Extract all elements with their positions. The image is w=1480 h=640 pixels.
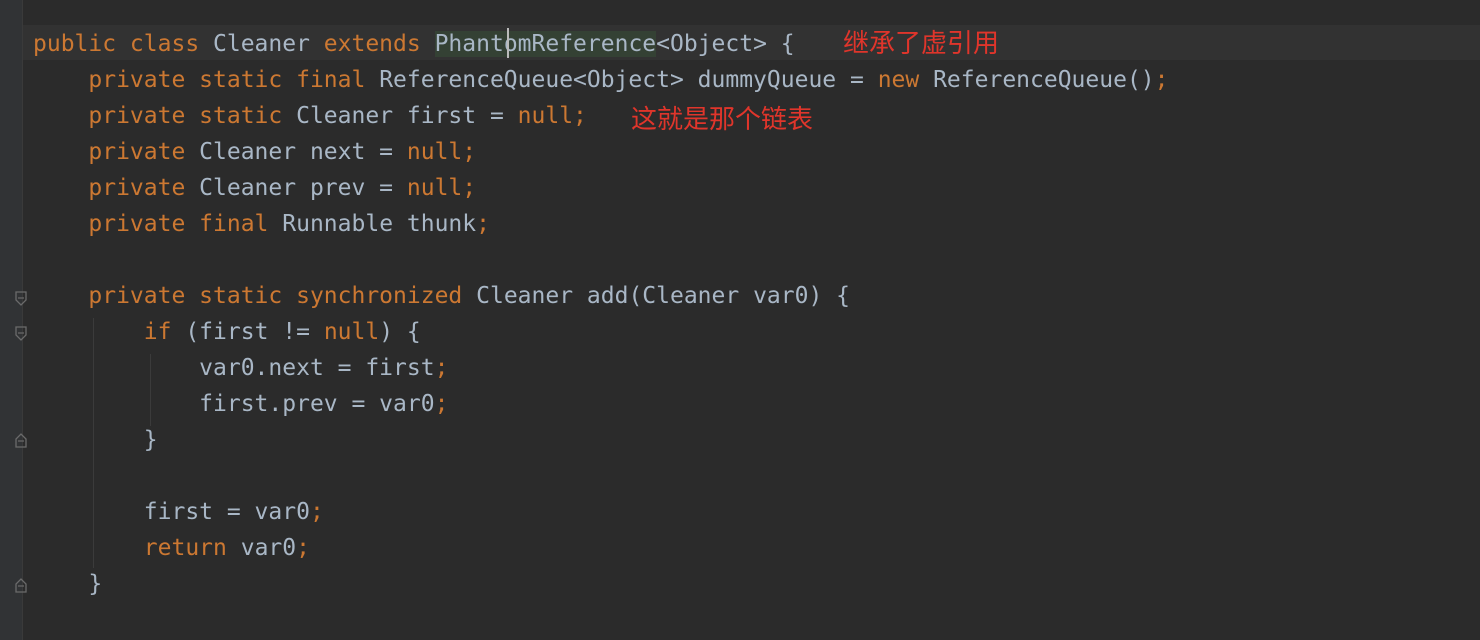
code-token: ReferenceQueue() xyxy=(933,67,1155,93)
code-line[interactable]: } xyxy=(0,566,1480,602)
code-line[interactable]: private static final ReferenceQueue<Obje… xyxy=(0,62,1480,98)
code-token: ; xyxy=(1154,67,1169,93)
code-token: ; xyxy=(476,211,490,237)
code-keyword: return xyxy=(143,535,241,561)
code-token: Cleaner xyxy=(213,31,324,57)
code-line[interactable]: first.prev = var0; xyxy=(0,386,1480,422)
code-line[interactable] xyxy=(0,242,1480,278)
code-keyword: private final xyxy=(88,211,283,237)
code-line[interactable]: if (first != null) { xyxy=(0,314,1480,350)
code-token: ; xyxy=(434,391,449,417)
code-line[interactable]: private Cleaner prev = null; xyxy=(0,170,1480,206)
code-keyword: null xyxy=(323,319,380,345)
code-line[interactable]: public class Cleaner extends PhantomRefe… xyxy=(0,26,1480,62)
code-token: Cleaner first = xyxy=(296,103,518,129)
code-token: var0 xyxy=(240,535,297,561)
code-keyword: private static final xyxy=(88,67,380,93)
code-line[interactable] xyxy=(0,458,1480,494)
code-keyword: null; xyxy=(406,139,477,165)
code-token: (first != xyxy=(185,319,324,345)
code-token: } xyxy=(88,571,103,597)
code-token: ) { xyxy=(379,319,421,345)
code-line[interactable]: private final Runnable thunk; xyxy=(0,206,1480,242)
code-token: Cleaner prev = xyxy=(199,175,407,201)
code-token: ; xyxy=(296,535,310,561)
code-line[interactable]: return var0; xyxy=(0,530,1480,566)
code-keyword: private xyxy=(88,175,200,201)
code-token: first = var0 xyxy=(143,499,310,525)
code-token: ReferenceQueue<Object> dummyQueue = xyxy=(379,67,878,93)
annotation-linked-list: 这就是那个链表 xyxy=(631,105,814,135)
code-keyword: private static synchronized xyxy=(88,283,477,309)
code-keyword: extends xyxy=(323,31,435,57)
code-token: } xyxy=(143,427,158,453)
code-line[interactable]: private static synchronized Cleaner add(… xyxy=(0,278,1480,314)
code-token: var0.next = first xyxy=(199,355,435,381)
code-line[interactable]: first = var0; xyxy=(0,494,1480,530)
code-token: <Object> { xyxy=(656,31,795,57)
code-line[interactable]: } xyxy=(0,422,1480,458)
code-token: ; xyxy=(434,355,449,381)
code-keyword: public class xyxy=(33,31,214,57)
text-cursor xyxy=(507,28,509,58)
code-token: PhantomReference xyxy=(434,31,657,57)
code-token: Cleaner next = xyxy=(199,139,407,165)
code-keyword: null; xyxy=(517,103,587,129)
annotation-inherits-phantom-reference: 继承了虚引用 xyxy=(843,29,1000,59)
code-token: ; xyxy=(309,499,324,525)
code-token: Runnable thunk xyxy=(282,211,477,237)
code-token: first.prev = var0 xyxy=(199,391,435,417)
code-keyword: null; xyxy=(406,175,477,201)
code-keyword: if xyxy=(143,319,186,345)
code-line[interactable]: private Cleaner next = null; xyxy=(0,134,1480,170)
code-line[interactable]: var0.next = first; xyxy=(0,350,1480,386)
code-token: Cleaner add(Cleaner var0) { xyxy=(476,283,850,309)
code-keyword: new xyxy=(877,67,934,93)
code-keyword: private static xyxy=(88,103,297,129)
code-keyword: private xyxy=(88,139,200,165)
